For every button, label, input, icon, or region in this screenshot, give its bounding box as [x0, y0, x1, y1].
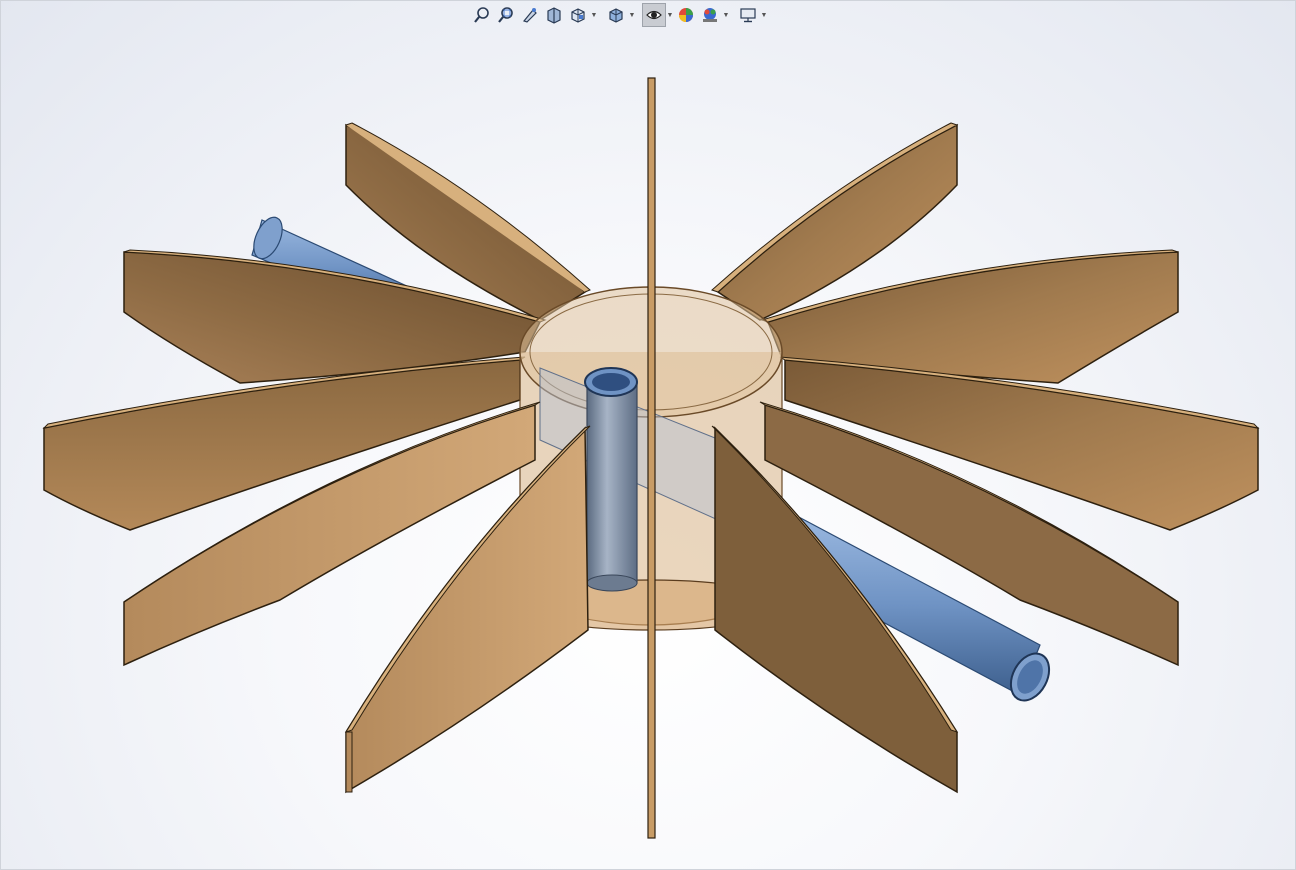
section-view-icon[interactable]: [542, 3, 566, 27]
graphics-viewport[interactable]: ▼ ▼ ▼ ▼ ▼: [0, 0, 1296, 870]
view-settings-dropdown-icon[interactable]: ▼: [760, 3, 768, 27]
hide-show-items-icon[interactable]: [642, 3, 666, 27]
apply-scene-dropdown-icon[interactable]: ▼: [722, 3, 730, 27]
center-plate: [647, 77, 656, 839]
previous-view-icon[interactable]: [518, 3, 542, 27]
zoom-to-area-icon[interactable]: [494, 3, 518, 27]
view-orientation-icon[interactable]: [566, 3, 590, 27]
vertical-pipe: [584, 367, 638, 592]
windmill-rotor-model[interactable]: [0, 0, 1296, 870]
edit-appearance-icon[interactable]: [674, 3, 698, 27]
heads-up-view-toolbar: ▼ ▼ ▼ ▼ ▼: [470, 2, 768, 28]
apply-scene-icon[interactable]: [698, 3, 722, 27]
display-style-dropdown-icon[interactable]: ▼: [628, 3, 636, 27]
view-settings-icon[interactable]: [736, 3, 760, 27]
zoom-to-fit-icon[interactable]: [470, 3, 494, 27]
view-orientation-dropdown-icon[interactable]: ▼: [590, 3, 598, 27]
display-style-icon[interactable]: [604, 3, 628, 27]
hide-show-items-dropdown-icon[interactable]: ▼: [666, 3, 674, 27]
